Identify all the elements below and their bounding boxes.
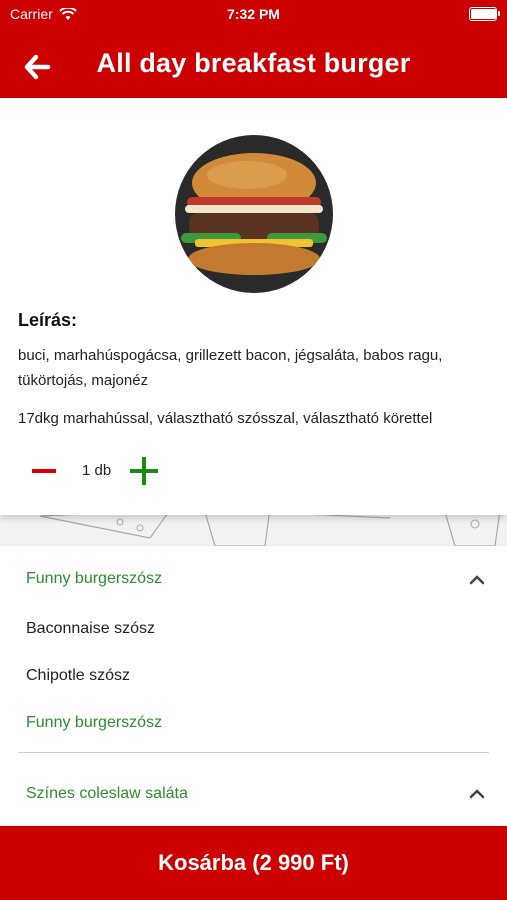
status-bar: Carrier 7:32 PM [0,0,507,28]
options-panel: Funny burgerszósz Baconnaise szósz Chipo… [0,546,507,826]
quantity-stepper: 1 db [30,456,230,486]
side-group-header[interactable]: Színes coleslaw saláta [26,785,188,803]
back-button[interactable] [22,52,52,82]
battery-icon [469,7,500,21]
chevron-up-icon[interactable] [469,572,485,588]
status-time: 7:32 PM [227,6,280,22]
divider [18,752,489,753]
battery-fill [471,9,496,19]
product-image [175,135,333,293]
sauce-option-selected[interactable]: Funny burgerszósz [26,714,162,732]
description-text: buci, marhahúspogácsa, grillezett bacon,… [18,347,443,389]
arrow-left-icon [24,54,51,80]
minus-icon[interactable] [32,469,56,473]
description-label: Leírás: [18,310,78,330]
sauce-option[interactable]: Chipotle szósz [26,667,130,685]
chevron-up-icon[interactable] [469,786,485,802]
product-card: Leírás: buci, marhahúspogácsa, grillezet… [0,98,507,515]
details-text: 17dkg marhahússal, választható szósszal,… [18,410,433,427]
plus-icon[interactable] [130,457,158,485]
add-to-cart-button[interactable]: Kosárba (2 990 Ft) [0,826,507,900]
sauce-option[interactable]: Baconnaise szósz [26,620,155,638]
page-title: All day breakfast burger [96,48,411,78]
app-header: Carrier 7:32 PM All day breakfast burger [0,0,507,98]
quantity-value: 1 db [82,462,112,479]
sauce-group-header[interactable]: Funny burgerszósz [26,570,162,588]
